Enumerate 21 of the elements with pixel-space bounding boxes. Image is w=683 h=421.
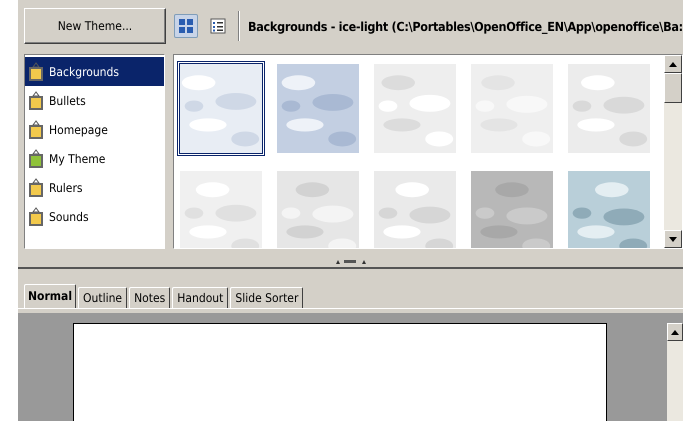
scrollbar[interactable] <box>664 55 682 248</box>
theme-item[interactable]: Backgrounds <box>25 57 164 86</box>
scroll-up-icon[interactable] <box>667 323 683 341</box>
gallery-path: Backgrounds - ice-light (C:\Portables\OpenOffice_EN\App\openoffice\Ba: <box>248 18 683 34</box>
grid-icon <box>178 18 194 34</box>
scroll-thumb[interactable] <box>664 73 682 103</box>
view-tab[interactable]: Outline <box>78 287 128 308</box>
theme-item[interactable]: Homepage <box>25 115 164 144</box>
view-tab[interactable]: Handout <box>172 287 228 308</box>
theme-item[interactable]: Sounds <box>25 202 164 231</box>
list-icon <box>210 18 226 34</box>
theme-item[interactable]: Bullets <box>25 86 164 115</box>
scroll-up-icon[interactable] <box>664 55 682 73</box>
view-tab[interactable]: Notes <box>129 287 170 308</box>
theme-item[interactable]: My Theme <box>25 144 164 173</box>
new-theme-button[interactable]: New Theme... <box>24 8 166 44</box>
theme-item[interactable]: Rulers <box>25 173 164 202</box>
icon-view-button[interactable] <box>174 14 198 38</box>
scroll-down-icon[interactable] <box>664 230 682 248</box>
view-tab[interactable]: Slide Sorter <box>230 287 304 308</box>
view-tab[interactable]: Normal <box>24 284 76 308</box>
